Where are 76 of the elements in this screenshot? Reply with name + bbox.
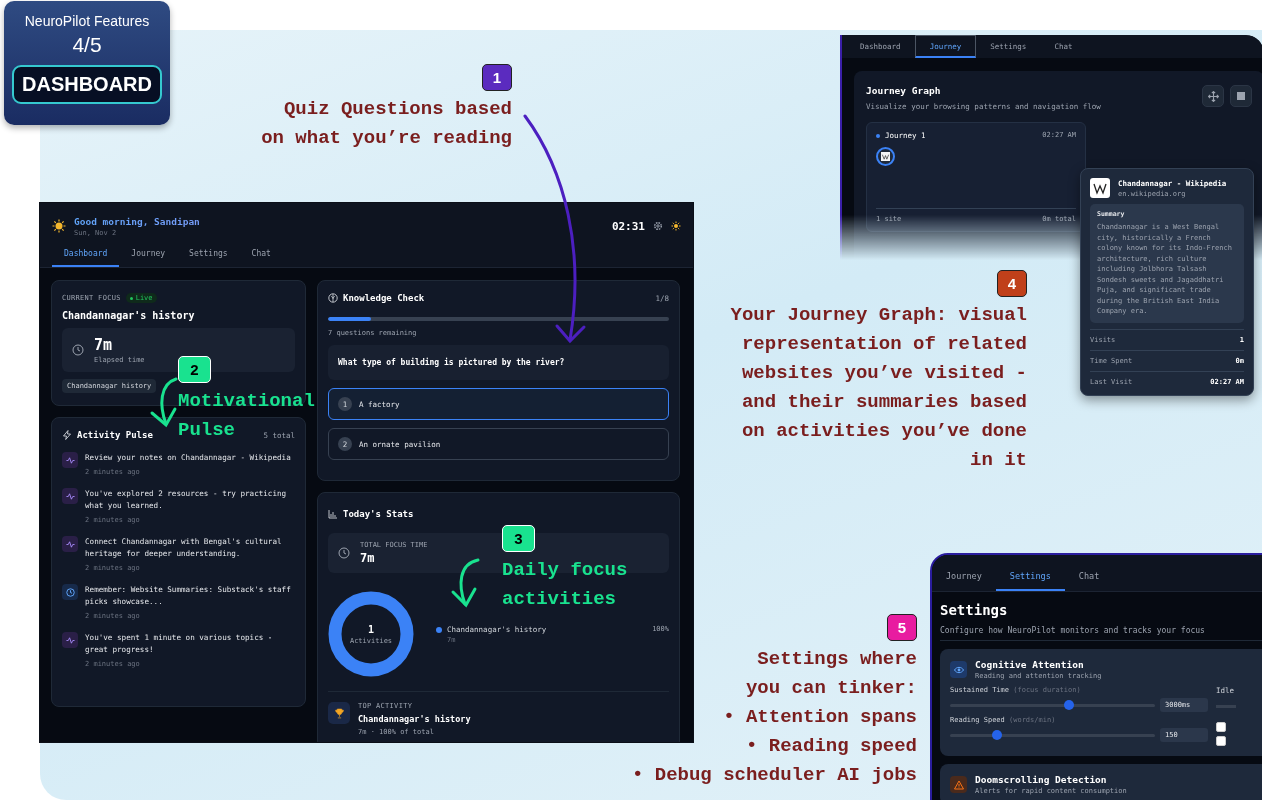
card-title: Doomscrolling Detection — [975, 774, 1108, 785]
warning-icon — [950, 776, 967, 793]
total-value: 7m — [360, 551, 375, 565]
card-title: Today's Stats — [343, 509, 414, 519]
callout-text: Settings where — [757, 647, 917, 672]
stop-icon — [1237, 92, 1245, 100]
callout-text: in it — [970, 448, 1027, 473]
callout-text: Motivational — [178, 389, 315, 414]
curved-arrow — [451, 558, 480, 608]
clock-icon — [72, 344, 84, 356]
pulse-icon — [62, 452, 78, 468]
center-value: 1 — [368, 623, 374, 635]
feature-label: DASHBOARD — [12, 65, 162, 104]
sun-icon — [52, 219, 66, 233]
checkbox[interactable] — [1216, 736, 1226, 746]
curved-arrow — [150, 377, 178, 428]
stop-button[interactable] — [1230, 85, 1252, 107]
card-title: Knowledge Check — [343, 293, 425, 303]
callout-text: activities — [502, 587, 617, 612]
nav-tab[interactable]: Journey — [932, 569, 996, 591]
site-logo-icon — [1090, 178, 1110, 198]
callout-text: on what you’re reading — [261, 126, 512, 151]
slider-thumb[interactable] — [1063, 700, 1074, 710]
brain-icon — [328, 293, 338, 303]
journey-dot — [876, 133, 880, 138]
nav-tab[interactable]: Journey — [119, 241, 178, 267]
callout-text: Pulse — [178, 418, 235, 443]
callout-number: 3 — [502, 525, 535, 552]
page-title: Settings — [940, 602, 1009, 618]
callout-text: • Attention spans — [723, 705, 917, 730]
card-title: Activity Pulse — [77, 430, 153, 440]
badge-title: NeuroPilot Features — [24, 13, 150, 29]
top-activity-name: Chandannagar's history — [358, 714, 472, 724]
settings-icon[interactable] — [653, 221, 663, 231]
theme-toggle-icon[interactable] — [671, 221, 681, 231]
checkbox[interactable] — [1216, 722, 1226, 732]
question-text: What type of building is pictured by the river? — [328, 345, 669, 380]
feature-counter: 4/5 — [72, 33, 102, 57]
callout-text: representation of related — [741, 332, 1027, 357]
callout-text: • Reading speed — [745, 734, 917, 759]
nav-tab[interactable]: Dashboard — [52, 241, 120, 267]
clock-icon — [62, 584, 78, 600]
clock-time: 02:31 — [611, 219, 645, 233]
callout-text: Quiz Questions based — [283, 97, 512, 122]
callout-text: Daily focus — [502, 558, 628, 583]
elapsed-value: 7m — [94, 336, 114, 354]
callout-number: 5 — [887, 614, 917, 641]
focus-title: Chandannagar's history — [62, 310, 196, 321]
slider-thumb[interactable] — [992, 730, 1003, 740]
move-button[interactable] — [1202, 85, 1224, 107]
pulse-icon — [62, 488, 78, 504]
callout-text: and their summaries based — [741, 390, 1027, 415]
lightning-icon — [62, 430, 72, 440]
eye-icon — [950, 661, 967, 678]
card-title: Cognitive Attention — [975, 659, 1085, 670]
site-node-icon[interactable] — [876, 147, 895, 166]
nav-tab[interactable]: Chat — [239, 241, 283, 267]
callout-number: 2 — [178, 356, 211, 383]
nav-tab[interactable]: Chat — [1064, 569, 1114, 591]
callout-number: 4 — [997, 270, 1027, 297]
callout-number: 1 — [482, 64, 512, 91]
callout-text: • Debug scheduler AI jobs — [631, 763, 917, 788]
nav-tab[interactable]: Settings — [177, 241, 240, 267]
panel-title: Journey Graph — [866, 85, 942, 96]
trophy-icon — [328, 702, 350, 724]
move-icon — [1207, 90, 1219, 102]
callout-text: you can tinker: — [745, 676, 917, 701]
pulse-icon — [62, 632, 78, 648]
page-subtitle: Configure how NeuroPilot monitors and tracks your focus — [940, 626, 1262, 641]
bar-chart-icon — [328, 509, 338, 519]
callout-text: websites you’ve visited - — [741, 361, 1027, 386]
callout-text: on activities you’ve done — [741, 419, 1027, 444]
nav-tab[interactable]: Settings — [995, 569, 1065, 591]
pulse-icon — [62, 536, 78, 552]
clock-icon — [338, 547, 350, 559]
callout-text: Your Journey Graph: visual — [730, 303, 1027, 328]
